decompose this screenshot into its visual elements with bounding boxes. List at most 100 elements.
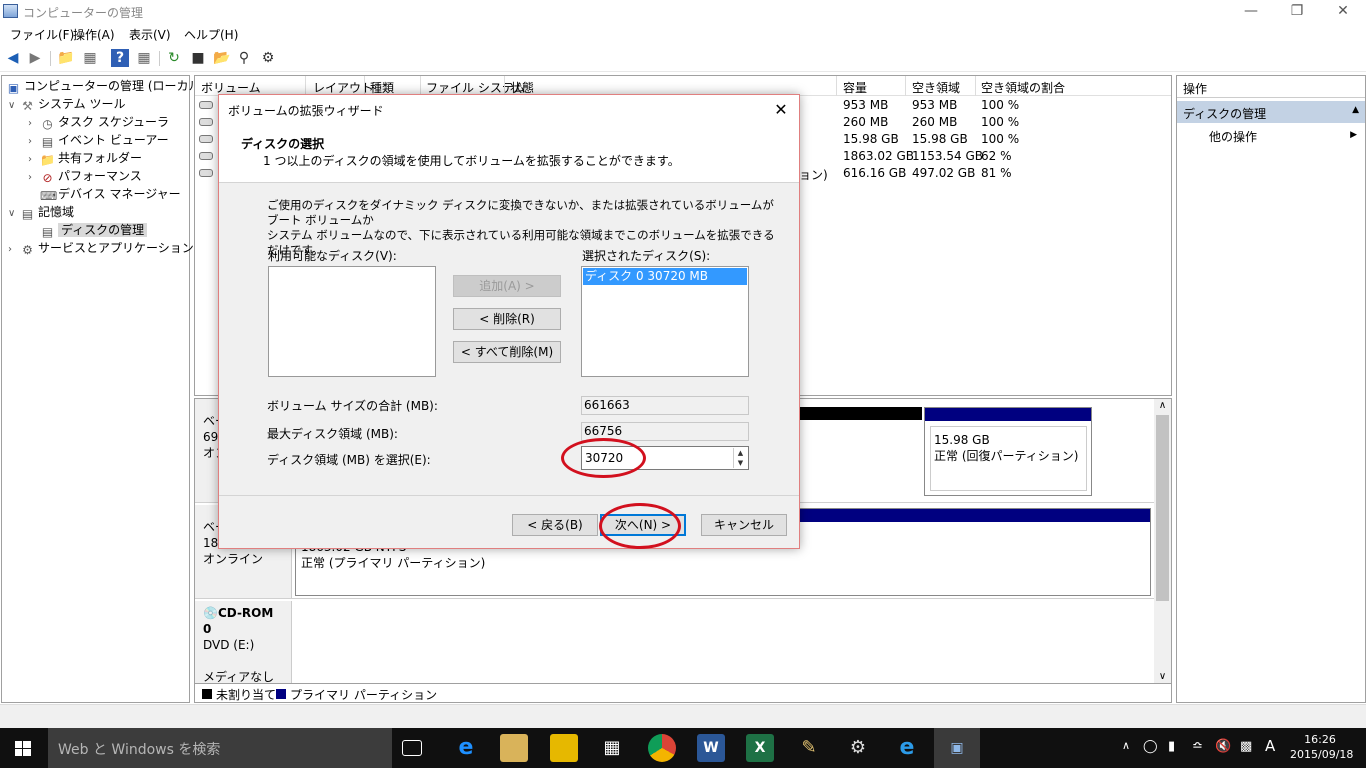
up-folder-icon[interactable]: 📁 <box>57 49 75 67</box>
tray-up-icon[interactable]: ∧ <box>1122 739 1130 752</box>
cdrom-label[interactable]: 💿CD-ROM 0 DVD (E:) メディアなし <box>195 601 292 684</box>
toolbar: ◀ ▶ 📁 ▦ ? ▦ ↻ ■ 📂 ⚲ ⚙ <box>0 45 1366 72</box>
tree-services-apps[interactable]: › ⚙ サービスとアプリケーション <box>8 239 194 257</box>
recovery-partition[interactable]: 15.98 GB 正常 (回復パーティション) <box>924 407 1092 496</box>
col-free[interactable]: 空き領域 <box>912 79 960 96</box>
menu-file[interactable]: ファイル(F) <box>10 26 74 43</box>
tree-storage[interactable]: ∨ ▤ 記憶域 <box>8 203 74 221</box>
clock[interactable]: 16:26 2015/09/18 <box>1290 732 1353 762</box>
tool-icon[interactable]: ⚙ <box>844 734 872 762</box>
disk-row[interactable]: 💿CD-ROM 0 DVD (E:) メディアなし <box>195 601 1155 684</box>
cdrom-icon: 💿 <box>203 606 218 620</box>
submenu-arrow-icon[interactable]: ▶ <box>1350 130 1357 140</box>
explorer-icon[interactable] <box>500 734 528 762</box>
cell-free-pct: 100 % <box>981 132 1020 146</box>
remove-button[interactable]: < 削除(R) <box>453 308 561 330</box>
internet-explorer-icon[interactable]: e <box>893 734 921 762</box>
collapse-chevron-icon[interactable]: › <box>8 241 20 259</box>
help-icon[interactable]: ? <box>111 49 129 67</box>
column-divider[interactable] <box>364 76 365 96</box>
properties-icon[interactable]: ■ <box>189 49 207 67</box>
word-icon[interactable]: W <box>697 734 725 762</box>
volume-muted-icon[interactable]: 🔇 <box>1215 739 1231 754</box>
tree-shared-folders[interactable]: › 📁 共有フォルダー <box>28 149 142 167</box>
stepper-down-icon[interactable]: ▼ <box>734 458 747 468</box>
start-button[interactable] <box>0 728 48 768</box>
column-divider[interactable] <box>905 76 906 96</box>
selected-disks-list[interactable]: ディスク 0 30720 MB <box>581 266 749 377</box>
tree-device-manager[interactable]: ⌨デバイス マネージャー <box>40 185 181 203</box>
collapse-up-icon[interactable]: ▲ <box>1352 105 1359 115</box>
show-hide-action-pane-icon[interactable]: ▦ <box>135 49 153 67</box>
refresh-icon[interactable]: ↻ <box>165 49 183 67</box>
column-divider[interactable] <box>975 76 976 96</box>
max-space-value: 66756 <box>581 422 749 441</box>
paint-icon[interactable]: ✎ <box>795 734 823 762</box>
collapse-chevron-icon[interactable]: › <box>28 169 40 187</box>
column-divider[interactable] <box>504 76 505 96</box>
tree-system-tools[interactable]: ∨ ⚒ システム ツール <box>8 95 125 113</box>
scroll-down-icon[interactable]: ∨ <box>1154 671 1171 682</box>
tree-disk-management[interactable]: ▤ ディスクの管理 <box>40 221 148 239</box>
ime-indicator[interactable]: A <box>1265 737 1275 755</box>
column-divider[interactable] <box>836 76 837 96</box>
network-tray-icon[interactable]: ◯ <box>1143 739 1158 754</box>
menu-view[interactable]: 表示(V) <box>129 26 171 43</box>
available-disks-list[interactable] <box>268 266 436 377</box>
vertical-scrollbar[interactable]: ∧ ∨ <box>1154 399 1171 684</box>
restore-button[interactable]: ❐ <box>1274 0 1320 23</box>
select-space-stepper[interactable]: 30720 ▲ ▼ <box>581 446 749 470</box>
tree-performance[interactable]: › ⊘ パフォーマンス <box>28 167 142 185</box>
selected-disk-item[interactable]: ディスク 0 30720 MB <box>583 268 747 285</box>
back-button[interactable]: < 戻る(B) <box>512 514 598 536</box>
stepper-buttons[interactable]: ▲ ▼ <box>733 448 747 468</box>
open-folder-icon[interactable]: 📂 <box>213 49 231 67</box>
battery-icon[interactable]: ▮ <box>1168 739 1175 754</box>
folder-icon[interactable] <box>550 734 578 762</box>
close-button[interactable]: ✕ <box>1320 0 1366 23</box>
dialog-footer-divider <box>219 495 799 496</box>
task-view-icon[interactable] <box>402 740 422 756</box>
computer-management-taskbar-icon[interactable]: ▣ <box>934 728 980 768</box>
store-icon[interactable]: ▦ <box>598 734 626 762</box>
scroll-thumb[interactable] <box>1156 415 1169 601</box>
scroll-up-icon[interactable]: ∧ <box>1154 399 1171 413</box>
dialog-close-button[interactable]: ✕ <box>769 99 793 121</box>
search-icon[interactable]: ⚲ <box>235 49 253 67</box>
excel-icon[interactable]: X <box>746 734 774 762</box>
cancel-button[interactable]: キャンセル <box>701 514 787 536</box>
show-hide-tree-icon[interactable]: ▦ <box>81 49 99 67</box>
cell-free-pct: 100 % <box>981 98 1020 112</box>
other-actions[interactable]: 他の操作 <box>1209 128 1257 145</box>
stepper-up-icon[interactable]: ▲ <box>734 448 747 458</box>
menu-action[interactable]: 操作(A) <box>73 26 115 43</box>
minimize-button[interactable]: — <box>1228 0 1274 23</box>
column-divider[interactable] <box>305 76 306 96</box>
edge-icon[interactable]: e <box>452 734 480 762</box>
partition-block[interactable] <box>800 407 922 496</box>
tree-event-viewer[interactable]: › ▤ イベント ビューアー <box>28 131 169 149</box>
settings-icon[interactable]: ⚙ <box>259 49 277 67</box>
forward-arrow-icon[interactable]: ▶ <box>26 49 44 67</box>
col-capacity[interactable]: 容量 <box>843 79 867 96</box>
select-space-value[interactable]: 30720 <box>585 451 623 465</box>
next-button[interactable]: 次へ(N) > <box>600 514 686 536</box>
volume-list-header: ボリューム レイアウト 種類 ファイル システム 状態 容量 空き領域 空き領域… <box>195 76 1171 96</box>
partition-status: 正常 (プライマリ パーティション) <box>301 556 486 570</box>
expand-chevron-icon[interactable]: ∨ <box>8 205 20 223</box>
search-box[interactable]: Web と Windows を検索 <box>48 728 392 768</box>
tree-task-scheduler[interactable]: › ◷ タスク スケジューラ <box>28 113 169 131</box>
wifi-icon[interactable]: ≏ <box>1192 739 1203 754</box>
actions-section-disk-management[interactable]: ディスクの管理 ▲ <box>1177 101 1365 123</box>
chrome-icon[interactable] <box>648 734 676 762</box>
expand-chevron-icon[interactable]: ∨ <box>8 97 20 115</box>
col-free-pct[interactable]: 空き領域の割合 <box>981 79 1065 96</box>
remove-all-button[interactable]: < すべて削除(M) <box>453 341 561 363</box>
column-divider[interactable] <box>420 76 421 96</box>
tree-root[interactable]: ▣ コンピューターの管理 (ローカル) <box>6 77 205 95</box>
back-arrow-icon[interactable]: ◀ <box>4 49 22 67</box>
menu-help[interactable]: ヘルプ(H) <box>184 26 238 43</box>
notification-icon[interactable]: ▩ <box>1240 739 1252 754</box>
add-button[interactable]: 追加(A) > <box>453 275 561 297</box>
actions-pane: 操作 ディスクの管理 ▲ 他の操作 ▶ <box>1176 75 1366 703</box>
